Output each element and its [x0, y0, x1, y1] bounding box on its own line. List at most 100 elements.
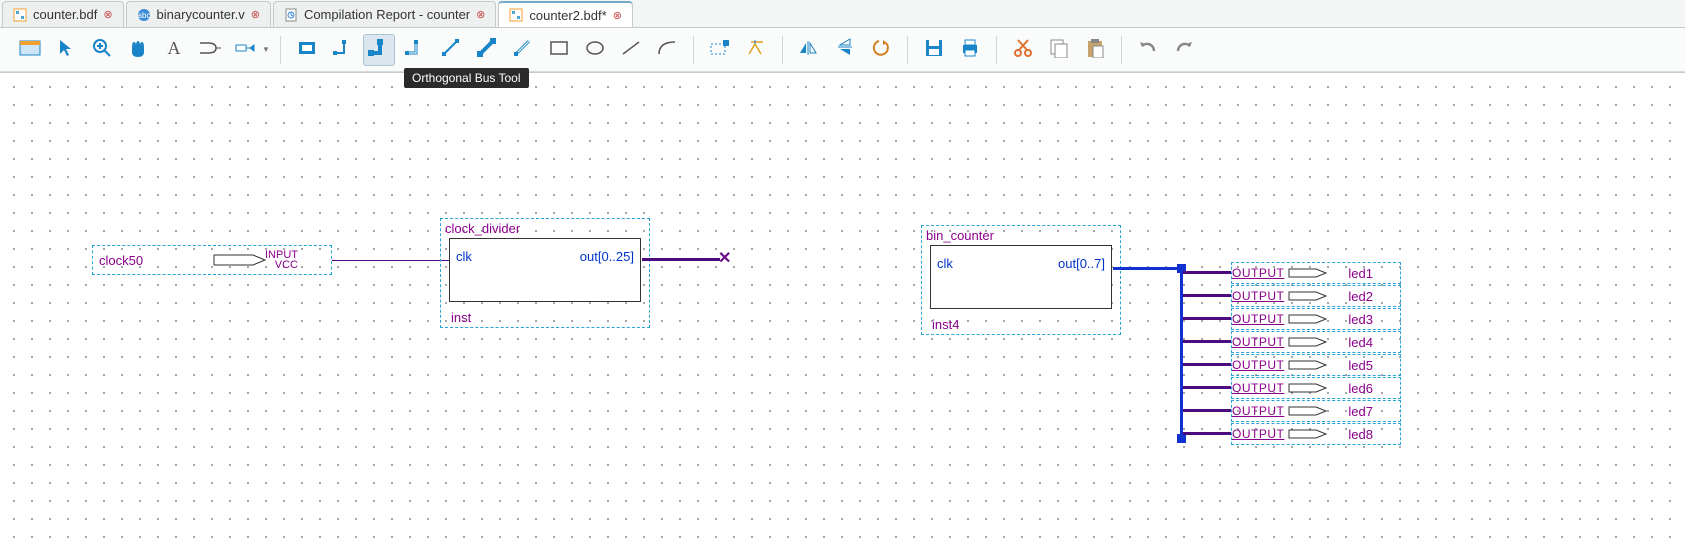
pan-hand-icon	[127, 38, 149, 61]
pointer-icon	[57, 38, 75, 61]
arc-button[interactable]	[651, 34, 683, 66]
tab-binarycounter-v[interactable]: abcbinarycounter.v⊗	[126, 1, 271, 27]
pan-hand-button[interactable]	[122, 34, 154, 66]
close-icon[interactable]: ⊗	[251, 8, 260, 21]
node-wire-icon	[332, 38, 354, 61]
block-clock-divider[interactable]: clock_divider clk out[0..25] inst	[440, 218, 650, 328]
symbol-tool-button[interactable]	[194, 34, 226, 66]
copy-button[interactable]	[1043, 34, 1075, 66]
bus-bincounter-out-v[interactable]	[1180, 267, 1183, 439]
pin-tool-button[interactable]	[230, 34, 262, 66]
partial-line-button[interactable]	[704, 34, 736, 66]
pin-type-output: OUTPUT	[1232, 404, 1284, 418]
pin-type-output: OUTPUT	[1232, 289, 1284, 303]
close-icon[interactable]: ⊗	[476, 8, 485, 21]
bus-stub[interactable]	[1183, 432, 1231, 435]
wire-clock50-to-clkdiv[interactable]	[332, 260, 452, 261]
pin-label: led2	[1348, 289, 1373, 304]
outline-rect-button[interactable]	[543, 34, 575, 66]
report-icon	[284, 8, 298, 22]
output-pin-led7[interactable]: OUTPUTled7	[1231, 400, 1401, 422]
orth-bus-button[interactable]	[363, 34, 395, 66]
editor-view-icon	[19, 38, 41, 61]
line-button[interactable]	[615, 34, 647, 66]
symbol-tool-icon	[198, 39, 222, 60]
toolbar: A▼Orthogonal Bus Tool	[0, 28, 1685, 72]
pin-type-output: OUTPUT	[1232, 427, 1284, 441]
tab-counter2-bdf-[interactable]: counter2.bdf*⊗	[498, 1, 633, 27]
pin-type-output: OUTPUT	[1232, 335, 1284, 349]
bus-stub[interactable]	[1183, 271, 1231, 274]
tab-counter-bdf[interactable]: counter.bdf⊗	[2, 1, 124, 27]
output-pin-led2[interactable]: OUTPUT led2	[1231, 285, 1401, 307]
text-tool-button[interactable]: A	[158, 34, 190, 66]
diag-bus-button[interactable]	[471, 34, 503, 66]
paste-button[interactable]	[1079, 34, 1111, 66]
bus-bincounter-out-h[interactable]	[1113, 267, 1183, 270]
pointer-button[interactable]	[50, 34, 82, 66]
bus-clkdiv-out[interactable]	[642, 258, 720, 261]
pin-label: led8	[1348, 427, 1373, 442]
output-pin-led1[interactable]: OUTPUTled1	[1231, 262, 1401, 284]
cut-button[interactable]	[1007, 34, 1039, 66]
save-button[interactable]	[918, 34, 950, 66]
bus-stub[interactable]	[1183, 409, 1231, 412]
bus-stub[interactable]	[1183, 386, 1231, 389]
pin-label: clock50	[93, 253, 213, 268]
arc-icon	[657, 40, 677, 59]
save-icon	[924, 38, 944, 61]
block-bin-counter[interactable]: bin_counter clk out[0..7] inst4	[921, 225, 1121, 335]
rubber-band-button[interactable]	[740, 34, 772, 66]
output-pin-led5[interactable]: OUTPUTled5	[1231, 354, 1401, 376]
output-pin-shape-icon	[1288, 289, 1328, 303]
close-icon[interactable]: ⊗	[613, 9, 622, 22]
editor-view-button[interactable]	[14, 34, 46, 66]
rectangle-button[interactable]	[291, 34, 323, 66]
bus-stub[interactable]	[1183, 340, 1231, 343]
zoom-in-button[interactable]	[86, 34, 118, 66]
print-button[interactable]	[954, 34, 986, 66]
tab-bar: counter.bdf⊗abcbinarycounter.v⊗Compilati…	[0, 0, 1685, 28]
instance-label: inst	[451, 310, 471, 325]
svg-text:A: A	[168, 38, 181, 58]
rubber-band-icon	[745, 38, 767, 61]
output-pin-led4[interactable]: OUTPUTled4	[1231, 331, 1401, 353]
output-pin-led3[interactable]: OUTPUTled3	[1231, 308, 1401, 330]
tab-compilation-report-counter[interactable]: Compilation Report - counter⊗	[273, 1, 496, 27]
oval-button[interactable]	[579, 34, 611, 66]
diag-node-button[interactable]	[435, 34, 467, 66]
separator	[907, 36, 908, 64]
oval-icon	[585, 40, 605, 59]
flip-h-button[interactable]	[793, 34, 825, 66]
diag-node-icon	[441, 38, 461, 61]
output-pin-led8[interactable]: OUTPUT led8	[1231, 423, 1401, 445]
input-pin-clock50[interactable]: clock50 INPUT VCC	[92, 245, 332, 275]
bus-stub[interactable]	[1183, 294, 1231, 297]
bus-stub[interactable]	[1183, 363, 1231, 366]
close-icon[interactable]: ⊗	[103, 8, 112, 21]
diag-conduit-button[interactable]	[507, 34, 539, 66]
separator	[996, 36, 997, 64]
output-pin-led6[interactable]: OUTPUTled6	[1231, 377, 1401, 399]
rotate-button[interactable]	[865, 34, 897, 66]
undo-button[interactable]	[1132, 34, 1164, 66]
dropdown-arrow-icon[interactable]: ▼	[262, 45, 270, 54]
conduit-icon	[404, 38, 426, 61]
instance-label: inst4	[932, 317, 959, 332]
pin-type-output: OUTPUT	[1232, 358, 1284, 372]
diag-conduit-icon	[513, 38, 533, 61]
schematic-canvas[interactable]: clock50 INPUT VCC clock_divider clk out[…	[0, 72, 1685, 554]
flip-h-icon	[798, 39, 820, 60]
bus-stub[interactable]	[1183, 317, 1231, 320]
line-icon	[621, 40, 641, 59]
block-title: clock_divider	[441, 219, 649, 238]
node-wire-button[interactable]	[327, 34, 359, 66]
redo-button[interactable]	[1168, 34, 1200, 66]
output-pin-shape-icon	[1288, 335, 1328, 349]
paste-icon	[1085, 38, 1105, 61]
pin-label: led6	[1348, 381, 1373, 396]
port-out: out[0..7]	[1058, 256, 1105, 271]
pin-type-output: OUTPUT	[1232, 312, 1284, 326]
conduit-button[interactable]	[399, 34, 431, 66]
flip-v-button[interactable]	[829, 34, 861, 66]
